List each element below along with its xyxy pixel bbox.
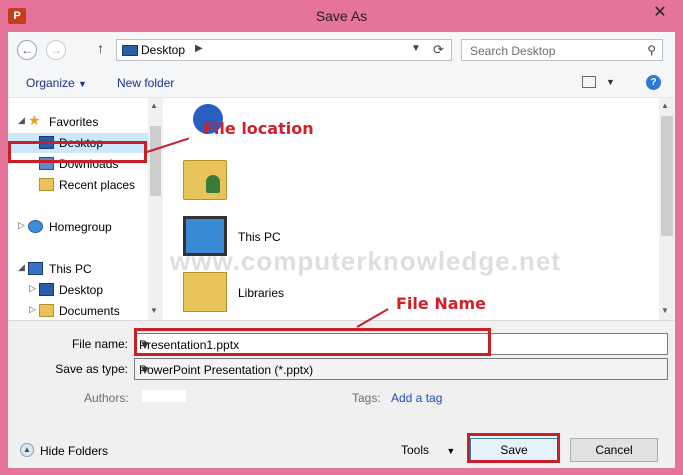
- scroll-thumb[interactable]: [661, 116, 673, 236]
- view-options-icon[interactable]: [582, 76, 596, 88]
- address-bar[interactable]: Desktop ▶ ▼ ⟳: [116, 39, 452, 61]
- nav-item-label: Documents: [59, 304, 120, 318]
- save-as-type-label: Save as type:: [55, 362, 128, 376]
- chevron-down-icon[interactable]: ◢: [18, 115, 25, 126]
- redacted-author: [142, 390, 186, 402]
- file-location-highlight: [8, 141, 147, 163]
- cancel-button[interactable]: Cancel: [570, 438, 658, 462]
- pc-icon: [28, 262, 43, 275]
- desktop-icon: [39, 283, 54, 296]
- chevron-down-icon[interactable]: ▼: [411, 43, 421, 54]
- authors-label: Authors:: [84, 391, 129, 405]
- nav-item-this-pc[interactable]: ◢ This PC: [8, 259, 148, 279]
- nav-item-recent-places[interactable]: Recent places: [8, 175, 148, 195]
- scroll-down-icon[interactable]: ▼: [150, 306, 158, 315]
- chevron-right-icon[interactable]: ▶: [195, 43, 203, 54]
- chevron-down-icon[interactable]: ▼: [606, 77, 615, 87]
- refresh-icon[interactable]: ⟳: [433, 42, 444, 58]
- tags-label: Tags:: [352, 391, 381, 405]
- nav-item-documents[interactable]: ▷ Documents: [8, 301, 148, 320]
- nav-item-desktop-pc[interactable]: ▷ Desktop: [8, 280, 148, 300]
- chevron-right-icon[interactable]: ▷: [29, 304, 36, 315]
- save-highlight: [467, 433, 560, 463]
- chevron-down-icon: ▼: [446, 446, 456, 456]
- chevron-up-icon: ▲: [20, 443, 34, 457]
- help-icon[interactable]: ?: [646, 75, 661, 90]
- file-name-highlight: [134, 328, 491, 356]
- scroll-up-icon[interactable]: ▲: [150, 101, 158, 110]
- file-item-label: This PC: [238, 230, 281, 244]
- close-button[interactable]: ✕: [645, 2, 675, 24]
- file-location-callout: File location: [203, 119, 314, 138]
- tools-button[interactable]: Tools ▼: [401, 443, 455, 457]
- search-placeholder: Search Desktop: [470, 44, 556, 58]
- navigation-pane: ◢ ★ Favorites Desktop Downloads Recent p…: [8, 98, 163, 320]
- add-tag-link[interactable]: Add a tag: [391, 391, 442, 405]
- nav-item-label: Favorites: [49, 115, 99, 129]
- nav-item-label: Homegroup: [49, 220, 112, 234]
- nav-item-label: Recent places: [59, 178, 136, 192]
- user-folder-icon: [183, 160, 227, 200]
- up-button[interactable]: ↑: [97, 40, 104, 56]
- recent-places-icon: [39, 178, 54, 191]
- chevron-right-icon[interactable]: ▷: [29, 283, 36, 294]
- nav-item-label: Desktop: [59, 283, 104, 297]
- nav-item-homegroup[interactable]: ▷ Homegroup: [8, 217, 148, 237]
- scroll-thumb[interactable]: [150, 126, 161, 196]
- documents-icon: [39, 304, 54, 317]
- star-icon: ★: [28, 112, 41, 128]
- file-scrollbar[interactable]: ▲ ▼: [659, 98, 675, 320]
- window-title: Save As: [315, 8, 368, 24]
- hide-folders-label: Hide Folders: [40, 444, 109, 458]
- chevron-down-icon[interactable]: ▼: [139, 363, 663, 377]
- scroll-up-icon[interactable]: ▲: [661, 101, 669, 110]
- save-as-dialog: P Save As ✕ ← → ↑ Desktop ▶ ▼ ⟳ Search D…: [0, 0, 683, 475]
- address-text: Desktop: [141, 43, 186, 57]
- desktop-icon: [122, 45, 138, 56]
- scroll-down-icon[interactable]: ▼: [661, 306, 669, 315]
- command-bar: Organize ▼ New folder ▼ ?: [8, 68, 675, 98]
- navigation-bar: ← → ↑ Desktop ▶ ▼ ⟳ Search Desktop ⚲: [8, 32, 675, 68]
- search-icon[interactable]: ⚲: [647, 43, 656, 57]
- watermark: www.computerknowledge.net: [170, 246, 561, 276]
- nav-scrollbar[interactable]: ▲ ▼: [148, 98, 163, 320]
- forward-button[interactable]: →: [46, 40, 66, 60]
- title-bar: P Save As ✕: [0, 0, 683, 32]
- homegroup-icon: [28, 220, 43, 233]
- file-name-callout: File Name: [396, 294, 487, 313]
- nav-item-favorites[interactable]: ◢ ★ Favorites: [8, 112, 148, 132]
- file-name-label: File name:: [71, 337, 128, 351]
- chevron-down-icon[interactable]: ◢: [18, 262, 25, 273]
- search-input[interactable]: Search Desktop ⚲: [461, 39, 663, 61]
- save-as-type-select[interactable]: PowerPoint Presentation (*.pptx) ▼: [134, 358, 668, 380]
- new-folder-button[interactable]: New folder: [117, 76, 174, 90]
- back-button[interactable]: ←: [17, 40, 37, 60]
- tools-label: Tools: [401, 443, 430, 457]
- file-item-label: Libraries: [238, 286, 285, 300]
- organize-button[interactable]: Organize ▼: [26, 76, 87, 90]
- libraries-icon: [183, 272, 227, 312]
- nav-item-label: This PC: [49, 262, 92, 276]
- chevron-right-icon[interactable]: ▷: [18, 220, 25, 231]
